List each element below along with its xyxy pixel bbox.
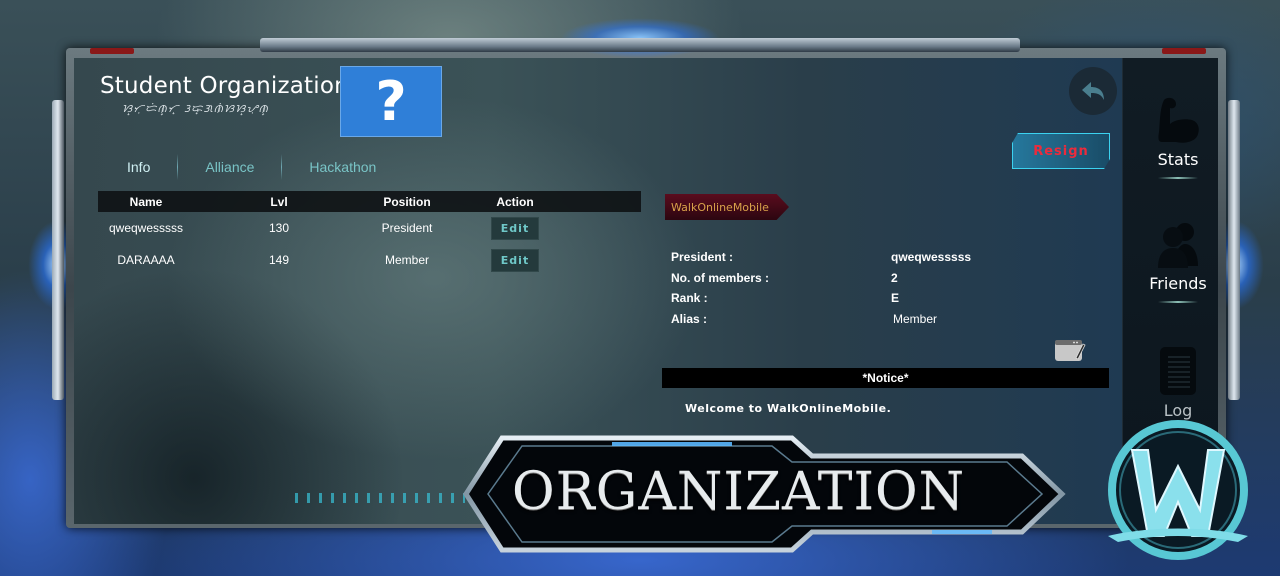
frame-top-bar <box>260 38 1020 52</box>
edit-notice-icon <box>1055 340 1086 361</box>
header-position: Position <box>383 194 431 209</box>
question-mark-icon: ? <box>375 70 407 133</box>
sidebar-item-log[interactable]: Log <box>1130 345 1226 420</box>
member-name: qweqwesssss <box>108 221 184 235</box>
info-row-alias: Alias : Member <box>671 309 971 330</box>
organization-banner: WalkOnlineMobile <box>665 194 789 220</box>
sidebar-item-stats[interactable]: Stats <box>1130 96 1226 179</box>
organization-subtitle: ᜐ᜔ᜆᜓᜇᜒᜈ᜔ᜆ᜔ ᜂᜍ᜔ᜄᜈᜒᜐᜐ᜔ᜌᜓᜈ᜔ <box>122 102 269 115</box>
info-label: Rank : <box>671 291 708 306</box>
muscle-arm-icon <box>1158 97 1199 143</box>
header-name: Name <box>129 194 163 209</box>
info-label: No. of members : <box>671 270 770 285</box>
sidebar-label: Stats <box>1157 150 1199 169</box>
organization-logo[interactable]: ? <box>340 66 442 137</box>
edit-member-button[interactable]: Edit <box>491 216 539 240</box>
table-row: qweqwesssss 130 President Edit <box>98 212 641 244</box>
tab-info[interactable]: Info <box>100 159 177 175</box>
organization-name: Student Organization <box>100 73 349 99</box>
info-row-members: No. of members : 2 <box>671 268 971 289</box>
header-lvl: Lvl <box>270 194 288 209</box>
screen-title: ORGANIZATION <box>512 462 966 522</box>
decorative-dots <box>295 493 465 503</box>
info-value: 2 <box>891 270 898 285</box>
info-value: E <box>891 291 900 306</box>
info-label: President : <box>671 250 734 265</box>
sidebar-item-friends[interactable]: Friends <box>1130 220 1226 303</box>
member-position: President <box>381 221 433 235</box>
game-logo-emblem <box>1108 420 1248 560</box>
notice-text: Welcome to WalkOnlineMobile. <box>685 402 892 415</box>
header-action: Action <box>496 194 534 209</box>
sidebar-divider <box>1158 177 1198 179</box>
friends-icon <box>1158 223 1198 268</box>
back-button[interactable] <box>1069 67 1117 115</box>
organization-info: President : qweqwesssss No. of members :… <box>671 247 971 329</box>
frame-accent-left <box>90 48 134 54</box>
edit-member-button[interactable]: Edit <box>491 248 539 272</box>
frame-accent-right <box>1162 48 1206 54</box>
member-action-cell: Edit <box>450 216 580 240</box>
table-header: Name Lvl Position Action <box>98 191 641 212</box>
table-row: DARAAAA 149 Member Edit <box>98 244 641 276</box>
info-value: Member <box>893 311 938 326</box>
member-lvl: 149 <box>268 253 290 267</box>
info-label: Alias : <box>671 311 708 326</box>
info-row-president: President : qweqwesssss <box>671 247 971 268</box>
notice-header: *Notice* <box>662 368 1109 388</box>
info-value: qweqwesssss <box>891 250 972 265</box>
resign-button[interactable]: Resign <box>1012 133 1110 169</box>
tab-alliance[interactable]: Alliance <box>178 159 281 175</box>
notebook-icon <box>1160 347 1196 395</box>
tab-hackathon[interactable]: Hackathon <box>282 159 403 175</box>
edit-notice-button[interactable] <box>1054 338 1086 362</box>
sidebar-divider <box>1158 301 1198 303</box>
frame-rail-left <box>52 100 64 400</box>
info-row-rank: Rank : E <box>671 288 971 309</box>
sidebar-label: Friends <box>1149 274 1207 293</box>
members-table: Name Lvl Position Action qweqwesssss 130… <box>98 191 641 276</box>
member-position: Member <box>384 253 429 267</box>
tab-bar: Info Alliance Hackathon <box>100 152 403 182</box>
back-arrow-icon <box>1082 82 1104 100</box>
frame-rail-right <box>1228 100 1240 400</box>
member-action-cell: Edit <box>450 248 580 272</box>
member-lvl: 130 <box>268 221 290 235</box>
member-name: DARAAAA <box>117 253 175 267</box>
